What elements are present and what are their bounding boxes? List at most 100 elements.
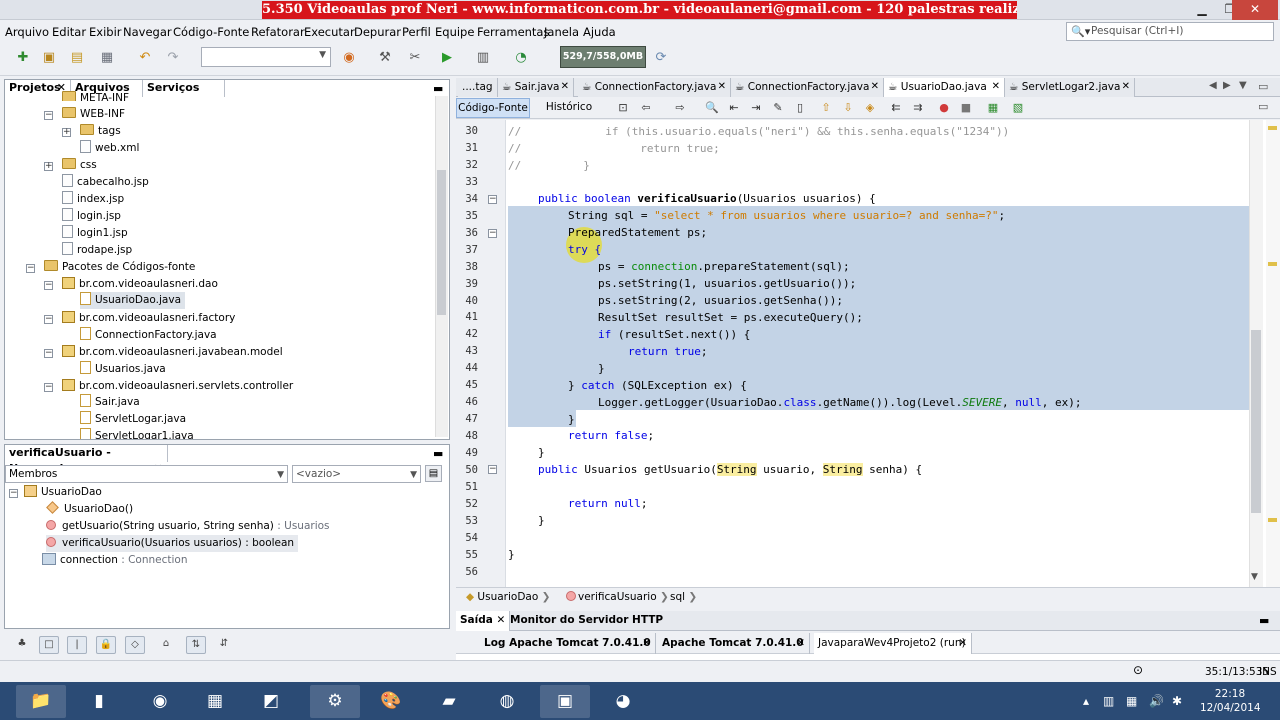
gc-icon[interactable]: ⟳ <box>650 47 672 69</box>
tree-item[interactable]: br.com.videoaulasneri.factory <box>62 310 235 327</box>
close-icon[interactable]: ✕ <box>871 78 879 96</box>
menu-executar[interactable]: Executar <box>304 25 355 39</box>
collapse-icon[interactable]: − <box>44 315 53 324</box>
source-view-button[interactable]: Código-Fonte <box>456 98 530 118</box>
nav-item-connection[interactable]: connection : Connection <box>42 552 187 569</box>
redo-icon[interactable]: ↷ <box>162 47 184 69</box>
debug-icon[interactable]: ▥ <box>472 47 494 69</box>
browser-icon[interactable]: ◉ <box>338 47 360 69</box>
close-icon[interactable]: ✕ <box>561 78 569 96</box>
menu-ferramentas[interactable]: Ferramentas <box>477 25 549 39</box>
tab-scroll-left-icon[interactable]: ◀ <box>1209 80 1217 91</box>
memory-indicator[interactable]: 529,7/558,0MB <box>560 46 646 68</box>
shift-right-icon[interactable]: ⇉ <box>910 100 926 116</box>
tree-item[interactable]: META-INF <box>62 91 129 101</box>
volume-icon[interactable]: 🔊 <box>1149 694 1164 708</box>
chrome-icon[interactable]: ◉ <box>135 685 185 718</box>
editor-tab[interactable]: ☕ Sair.java ✕ <box>498 78 574 97</box>
menu-ajuda[interactable]: Ajuda <box>583 25 616 39</box>
scroll-down-icon[interactable]: ▼ <box>1251 572 1258 582</box>
database-icon[interactable]: ◍ <box>482 685 532 718</box>
app-icon[interactable]: ◩ <box>246 685 296 718</box>
network-icon[interactable]: ▦ <box>1126 694 1137 708</box>
error-stripe[interactable] <box>1266 120 1280 587</box>
fold-icon[interactable]: − <box>488 465 497 474</box>
close-icon[interactable]: ✕ <box>796 633 805 653</box>
menu-refatorar[interactable]: Refatorar <box>251 25 305 39</box>
tree-item[interactable]: br.com.videoaulasneri.dao <box>62 276 218 293</box>
close-button[interactable]: ✕ <box>1232 0 1278 20</box>
subtab-run[interactable]: JavaparaWev4Projeto2 (run) ✕ <box>814 633 972 654</box>
sort-by-source-icon[interactable]: ⇵ <box>214 636 234 654</box>
configuration-select[interactable]: ▼ <box>201 47 331 67</box>
menu-equipe[interactable]: Equipe <box>435 25 474 39</box>
open-project-icon[interactable]: ▤ <box>66 47 88 69</box>
minimize-panel-icon[interactable]: ▬ <box>433 447 443 460</box>
nav-item-verificausuario[interactable]: verificaUsuario(Usuarios usuarios) : boo… <box>46 535 299 552</box>
tree-item[interactable]: Pacotes de Códigos-fonte <box>44 259 195 276</box>
tray-app-icon[interactable]: ✱ <box>1172 694 1182 708</box>
tray-icon[interactable]: ▥ <box>1103 694 1114 708</box>
tree-item[interactable]: Usuarios.java <box>80 361 166 378</box>
find-icon[interactable]: 🔍 <box>704 100 720 116</box>
minimize-panel-icon[interactable]: ▬ <box>1259 614 1269 627</box>
shift-left-icon[interactable]: ⇇ <box>888 100 904 116</box>
run-icon[interactable]: ▶ <box>436 47 458 69</box>
undo-icon[interactable]: ↶ <box>134 47 156 69</box>
menu-perfil[interactable]: Perfil <box>402 25 431 39</box>
close-icon[interactable]: ✕ <box>1122 78 1130 96</box>
profile-icon[interactable]: ◔ <box>510 47 532 69</box>
menu-janela[interactable]: Janela <box>544 25 579 39</box>
sort-by-name-icon[interactable]: ⇅ <box>186 636 206 654</box>
members-select[interactable]: Membros ▼ <box>5 465 288 483</box>
tab-scroll-right-icon[interactable]: ▶ <box>1223 80 1231 91</box>
tree-item[interactable]: tags <box>80 123 121 140</box>
terminal-app-icon[interactable]: ▮ <box>74 685 124 718</box>
filter-select[interactable]: <vazio> ▼ <box>292 465 421 483</box>
search-input[interactable]: 🔍▾ Pesquisar (Ctrl+I) <box>1066 22 1274 41</box>
inherited-icon[interactable]: ♣ <box>12 636 32 654</box>
collapse-icon[interactable]: − <box>44 349 53 358</box>
stop-macro-icon[interactable]: ■ <box>958 100 974 116</box>
tree-item[interactable]: WEB-INF <box>62 106 125 123</box>
toggle-bookmark-icon[interactable]: ◈ <box>862 100 878 116</box>
start-macro-icon[interactable]: ● <box>936 100 952 116</box>
nav-class[interactable]: UsuarioDao <box>24 484 102 501</box>
nav-item-getusuario[interactable]: getUsuario(String usuario, String senha)… <box>46 518 330 535</box>
minimize-button[interactable]: ▁ <box>1188 0 1216 20</box>
back-icon[interactable]: ⇦ <box>638 100 654 116</box>
build-icon[interactable]: ⚒ <box>374 47 396 69</box>
expand-icon[interactable]: + <box>62 128 71 137</box>
minimize-panel-icon[interactable]: ▬ <box>433 82 443 95</box>
netbeans-icon[interactable]: ⚙ <box>310 685 360 718</box>
find-next-icon[interactable]: ⇥ <box>748 100 764 116</box>
editor-tab[interactable]: ....tag <box>458 78 498 97</box>
close-icon[interactable]: ✕ <box>642 633 651 653</box>
tab-list-icon[interactable]: ▼ <box>1239 80 1247 91</box>
breadcrumb-item-class[interactable]: ◆ UsuarioDao ❯ <box>466 589 550 605</box>
toggle-highlight-icon[interactable]: ✎ <box>770 100 786 116</box>
tree-item[interactable]: login1.jsp <box>62 225 128 242</box>
breadcrumb-item-variable[interactable]: sql ❯ <box>670 589 697 605</box>
tab-servicos[interactable]: Serviços <box>143 80 225 97</box>
uncomment-icon[interactable]: ▧ <box>1010 100 1026 116</box>
sort-filter-icon[interactable]: ◇ <box>125 636 145 654</box>
last-edit-icon[interactable]: ⊡ <box>615 100 631 116</box>
comment-icon[interactable]: ▦ <box>985 100 1001 116</box>
tray-expand-icon[interactable]: ▴ <box>1083 694 1089 708</box>
tree-item[interactable]: br.com.videoaulasneri.servlets.controlle… <box>62 378 293 395</box>
new-project-icon[interactable]: ▣ <box>38 47 60 69</box>
projects-scrollbar-thumb[interactable] <box>437 170 446 315</box>
notifications-icon[interactable]: ⊙ <box>1133 663 1143 677</box>
editor-tab[interactable]: ☕ ConnectionFactory.java ✕ <box>578 78 731 97</box>
tree-item[interactable]: ConnectionFactory.java <box>80 327 217 344</box>
tree-item[interactable]: css <box>62 157 97 174</box>
tree-item[interactable]: ServletLogar.java <box>80 411 186 428</box>
warning-mark-icon[interactable] <box>1268 126 1277 130</box>
tree-item[interactable]: login.jsp <box>62 208 121 225</box>
navigator-filter-icon[interactable]: ▤ <box>425 465 442 482</box>
powerpoint-icon[interactable]: ▰ <box>424 685 474 718</box>
tree-item[interactable]: Sair.java <box>80 394 140 411</box>
editor-scrollbar-thumb[interactable] <box>1251 330 1261 513</box>
maximize-editor-icon[interactable]: ▭ <box>1258 80 1268 93</box>
